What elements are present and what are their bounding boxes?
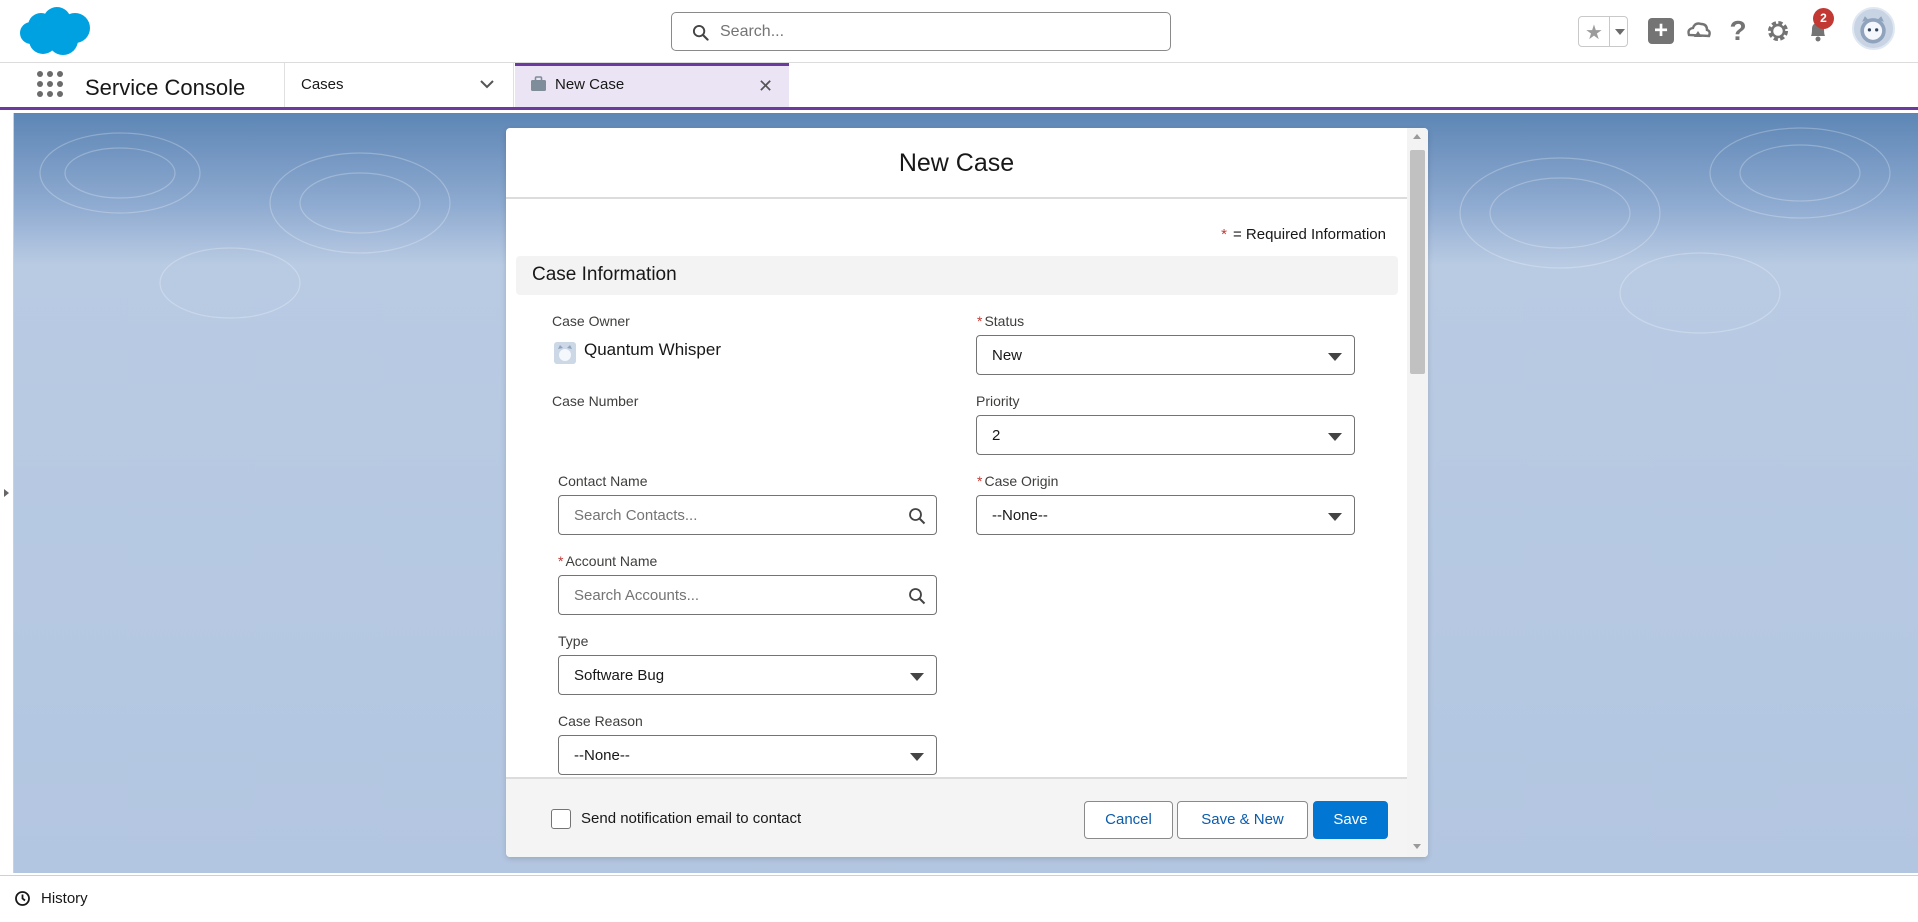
notification-badge: 2: [1813, 8, 1834, 29]
caret-down-icon: [1328, 513, 1342, 521]
case-owner-value[interactable]: Quantum Whisper: [584, 340, 721, 360]
type-select[interactable]: Software Bug: [558, 655, 937, 695]
caret-down-icon: [910, 673, 924, 681]
case-owner-label: Case Owner: [552, 313, 630, 329]
global-search-input[interactable]: Search...: [671, 12, 1171, 51]
search-icon: [909, 588, 926, 605]
left-collapse-bar[interactable]: [0, 113, 14, 873]
history-clock-icon: [15, 891, 30, 906]
expand-arrow-icon[interactable]: [4, 489, 9, 497]
status-label: * Status: [977, 313, 1025, 329]
required-info-text: = Required Information: [1232, 226, 1386, 243]
favorites-button[interactable]: ★: [1578, 16, 1628, 47]
case-origin-label: * Case Origin: [977, 473, 1059, 489]
star-icon: ★: [1585, 22, 1603, 44]
contact-name-label: Contact Name: [558, 473, 648, 489]
modal-header: New Case: [506, 128, 1407, 199]
app-name: Service Console: [85, 75, 246, 100]
account-name-label: * Account Name: [558, 553, 658, 569]
owner-avatar-icon: [554, 342, 576, 364]
required-information-note: * = Required Information: [1221, 226, 1386, 243]
send-notification-checkbox[interactable]: [551, 809, 571, 829]
scroll-up-icon[interactable]: [1413, 134, 1421, 139]
priority-select[interactable]: 2: [976, 415, 1355, 455]
utility-bar: History: [0, 875, 1918, 922]
contact-name-input[interactable]: Search Contacts...: [558, 495, 937, 535]
scrollbar-thumb[interactable]: [1410, 150, 1425, 374]
caret-down-icon: [1328, 353, 1342, 361]
gear-icon[interactable]: [1764, 17, 1792, 45]
case-reason-select[interactable]: --None--: [558, 735, 937, 775]
section-title: Case Information: [532, 264, 677, 285]
case-reason-label: Case Reason: [558, 713, 643, 729]
app-launcher-waffle-icon[interactable]: [37, 71, 63, 97]
save-button[interactable]: Save: [1313, 801, 1388, 839]
search-icon: [692, 24, 709, 41]
favorites-dropdown-icon[interactable]: [1609, 17, 1628, 46]
search-placeholder: Search...: [720, 23, 785, 40]
caret-down-icon: [910, 753, 924, 761]
salesforce-logo-icon[interactable]: [19, 6, 93, 58]
cancel-button[interactable]: Cancel: [1084, 801, 1173, 839]
user-avatar[interactable]: [1852, 7, 1895, 50]
global-header: Search... ★ + ? 2: [0, 0, 1918, 63]
trailhead-cloud-icon[interactable]: [1684, 17, 1712, 45]
case-number-label: Case Number: [552, 393, 639, 409]
scroll-down-icon[interactable]: [1413, 844, 1421, 849]
navigation-bar: Service Console Cases New Case ✕: [0, 63, 1918, 110]
priority-value: 2: [992, 427, 1001, 444]
contact-name-placeholder: Search Contacts...: [574, 507, 698, 524]
account-name-input[interactable]: Search Accounts...: [558, 575, 937, 615]
section-case-information[interactable]: Case Information: [516, 256, 1398, 295]
tab-cases-label: Cases: [301, 76, 344, 93]
search-icon: [909, 508, 926, 525]
case-briefcase-icon: [531, 76, 546, 91]
astro-avatar-icon: [1860, 16, 1886, 44]
tab-new-case[interactable]: New Case ✕: [515, 63, 789, 107]
tab-new-case-label: New Case: [555, 76, 625, 93]
caret-down-icon: [1328, 433, 1342, 441]
new-case-modal: New Case * = Required Information Case In…: [506, 128, 1428, 857]
modal-title: New Case: [898, 149, 1015, 177]
history-button[interactable]: History: [41, 890, 88, 907]
priority-label: Priority: [976, 393, 1020, 409]
status-value: New: [992, 347, 1023, 364]
close-tab-icon[interactable]: ✕: [758, 76, 773, 97]
modal-scrollbar[interactable]: [1407, 128, 1428, 857]
save-and-new-button[interactable]: Save & New: [1177, 801, 1308, 839]
global-actions-plus-icon[interactable]: +: [1648, 18, 1674, 44]
type-value: Software Bug: [574, 667, 665, 684]
chevron-down-icon[interactable]: [478, 75, 496, 93]
tab-cases[interactable]: Cases: [284, 63, 514, 107]
send-notification-label[interactable]: Send notification email to contact: [581, 810, 801, 827]
type-label: Type: [558, 633, 589, 649]
case-origin-select[interactable]: --None--: [976, 495, 1355, 535]
help-icon[interactable]: ?: [1724, 17, 1752, 45]
required-star: *: [1221, 226, 1227, 243]
case-origin-value: --None--: [992, 507, 1048, 524]
status-select[interactable]: New: [976, 335, 1355, 375]
account-name-placeholder: Search Accounts...: [574, 587, 700, 604]
case-reason-value: --None--: [574, 747, 630, 764]
modal-footer: Send notification email to contact Cance…: [506, 777, 1407, 857]
